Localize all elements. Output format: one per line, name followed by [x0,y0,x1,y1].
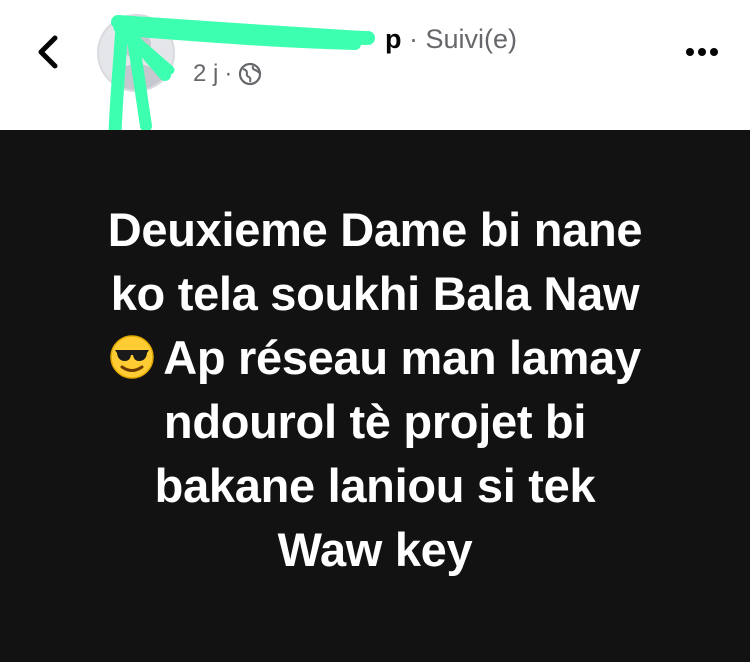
more-horizontal-icon [686,48,718,56]
globe-icon [238,62,262,86]
smiling-face-with-sunglasses-icon [109,332,155,379]
post-text-line-with-emoji: Ap réseau man lamay [20,326,730,390]
meta-separator: · [224,60,233,87]
post-text: Deuxieme Dame bi nane ko tela soukhi Bal… [20,198,730,582]
timestamp[interactable]: 2 j [193,60,218,88]
avatar-placeholder-head [123,31,151,59]
post-text-line: Waw key [277,523,473,576]
post-text-line: Ap réseau man lamay [163,331,641,384]
avatar[interactable] [97,14,175,92]
author-name-suffix: p [385,24,402,54]
follow-status-label: · Suivi(e) [409,24,518,54]
post-meta: 2 j · [193,60,262,88]
back-button[interactable] [28,30,68,74]
post-text-line: Deuxieme Dame bi nane [107,203,643,256]
chevron-left-icon [38,35,58,69]
avatar-placeholder-body [109,64,165,90]
post-text-line: ndourol tè projet bi [163,395,587,448]
follow-status: p · Suivi(e) [385,24,517,55]
post-header: p · Suivi(e) 2 j · [0,0,750,130]
post-content-card[interactable]: Deuxieme Dame bi nane ko tela soukhi Bal… [0,130,750,662]
post-text-line: bakane laniou si tek [154,459,596,512]
more-options-button[interactable] [682,38,722,66]
post-text-line: ko tela soukhi Bala Naw [110,267,640,320]
